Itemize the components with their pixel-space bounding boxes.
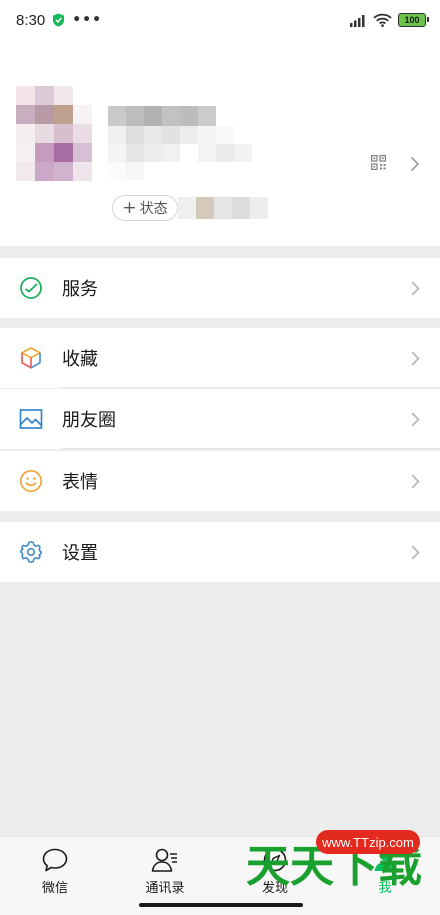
menu-label-stickers: 表情 [62, 472, 98, 493]
menu-label-moments: 朋友圈 [62, 410, 116, 431]
tab-chats[interactable]: 微信 [0, 837, 110, 907]
gear-icon [20, 541, 42, 563]
menu-item-favorites[interactable]: 收藏 [0, 328, 440, 388]
status-button-label: 状态 [139, 201, 168, 217]
menu-label-favorites: 收藏 [62, 349, 98, 370]
home-indicator [139, 903, 303, 907]
menu-item-settings[interactable]: 设置 [0, 522, 440, 582]
chat-bubble-icon [42, 848, 68, 872]
status-bar: 8:30 ••• 100 [0, 0, 440, 40]
battery-level: 100 [404, 15, 420, 25]
divider [62, 448, 440, 449]
more-notifications-icon: ••• [72, 12, 103, 28]
tab-contacts[interactable]: 通讯录 [110, 837, 220, 907]
wifi-icon [373, 13, 392, 27]
avatar[interactable] [16, 86, 92, 182]
battery-icon: 100 [398, 13, 429, 27]
menu-item-stickers[interactable]: 表情 [0, 451, 440, 511]
service-icon [20, 277, 42, 299]
chevron-right-icon [411, 412, 420, 427]
menu-label-settings: 设置 [62, 543, 98, 564]
shield-icon [53, 13, 65, 27]
wechat-id-blurred [108, 126, 253, 180]
watermark-logo: 天天下载 www.TTzip.com [246, 820, 436, 892]
menu-item-moments[interactable]: 朋友圈 [0, 389, 440, 449]
plus-icon: + [122, 197, 137, 218]
smiley-face-icon [20, 470, 42, 492]
chevron-right-icon [411, 474, 420, 489]
qr-code-icon[interactable] [371, 155, 386, 170]
tab-contacts-label: 通讯录 [145, 881, 185, 896]
status-text-blurred [178, 197, 270, 219]
divider [62, 387, 440, 388]
menu-item-service[interactable]: 服务 [0, 258, 440, 318]
signal-icon [350, 14, 365, 27]
watermark-url: www.TTzip.com [316, 830, 420, 854]
menu-label-service: 服务 [62, 279, 98, 300]
add-status-button[interactable]: + 状态 [112, 195, 178, 221]
status-time: 8:30 [16, 11, 46, 29]
contacts-person-icon [151, 848, 177, 872]
profile-header[interactable]: + 状态 [0, 40, 440, 246]
tab-chats-label: 微信 [41, 881, 68, 896]
favorites-cube-icon [21, 347, 41, 369]
chevron-right-icon[interactable] [410, 156, 420, 172]
chevron-right-icon [411, 281, 420, 296]
nickname-blurred [108, 106, 216, 126]
chevron-right-icon [411, 545, 420, 560]
chevron-right-icon [411, 351, 420, 366]
moments-image-icon [19, 409, 43, 429]
